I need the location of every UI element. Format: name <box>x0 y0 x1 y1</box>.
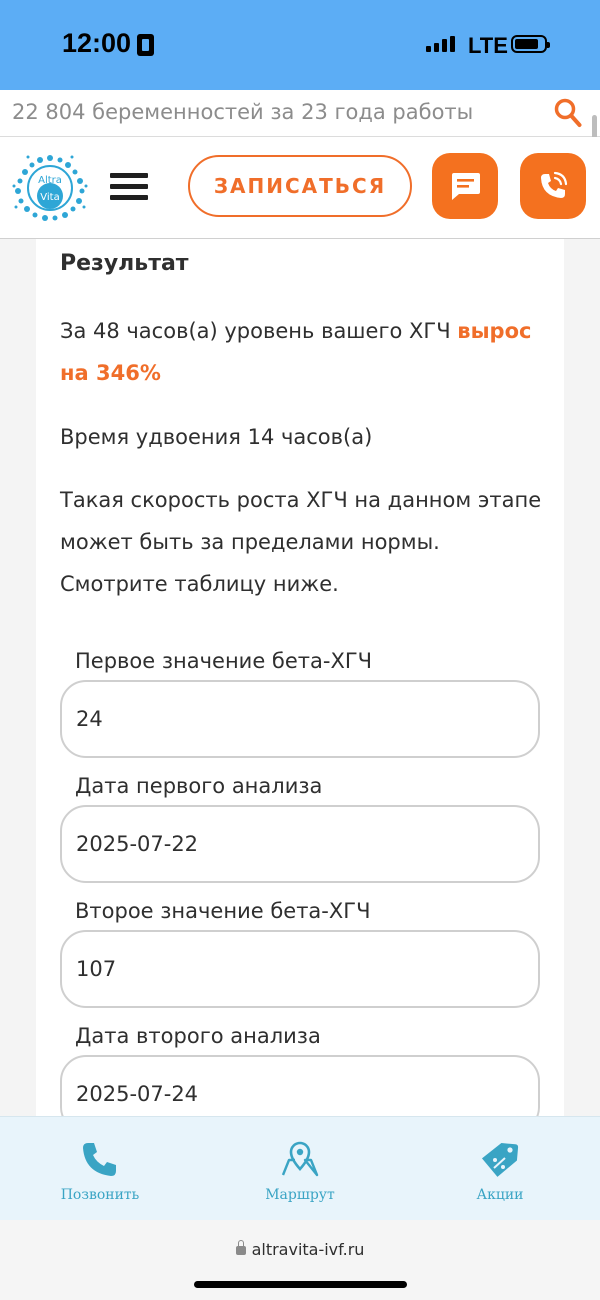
discount-tag-icon <box>481 1143 519 1177</box>
chat-button[interactable] <box>432 153 498 219</box>
logo-text-bottom: Vita <box>40 192 59 203</box>
nav-promotions[interactable]: Акции <box>400 1117 600 1221</box>
nav-call-label: Позвонить <box>60 1187 140 1203</box>
book-appointment-button[interactable]: ЗАПИСАТЬСЯ <box>188 155 412 217</box>
status-time: 12:00 <box>62 28 132 58</box>
nav-call[interactable]: Позвонить <box>0 1117 200 1221</box>
phone-icon <box>83 1143 116 1176</box>
growth-text: За 48 часов(а) уровень вашего ХГЧ вырос … <box>60 310 550 394</box>
home-indicator[interactable] <box>194 1281 407 1288</box>
first-value-input[interactable]: 24 <box>60 680 540 758</box>
menu-icon[interactable] <box>110 173 148 201</box>
second-value-input[interactable]: 107 <box>60 930 540 1008</box>
first-date-input[interactable]: 2025-07-22 <box>60 805 540 883</box>
result-title: Результат <box>60 251 189 276</box>
norm-note: Такая скорость роста ХГЧ на данном этапе… <box>60 488 542 596</box>
lock-icon <box>235 1240 246 1255</box>
first-date-label: Дата первого анализа <box>75 774 323 798</box>
nav-route-label: Маршрут <box>265 1187 335 1203</box>
result-card: Результат За 48 часов(а) уровень вашего … <box>36 239 564 1116</box>
doubling-time: Время удвоения 14 часов(а) <box>60 425 373 449</box>
call-button[interactable] <box>520 153 586 219</box>
chat-icon <box>452 173 480 200</box>
logo-text-top: Altra <box>38 175 62 186</box>
map-pin-icon <box>281 1141 319 1177</box>
bottom-nav: Позвонить Маршрут Акции <box>0 1116 600 1221</box>
top-banner: 22 804 беременностей за 23 года работы <box>0 90 600 137</box>
second-value-label: Второе значение бета-ХГЧ <box>75 899 371 923</box>
network-type: LTE <box>468 33 508 58</box>
url-text: altravita-ivf.ru <box>251 1240 365 1259</box>
altravita-logo[interactable]: Altra Vita <box>12 153 88 221</box>
battery-icon <box>511 35 550 53</box>
phone-call-icon <box>541 171 568 198</box>
status-bar: 12:00 LTE <box>0 0 600 90</box>
nav-route[interactable]: Маршрут <box>200 1117 400 1221</box>
calculator-section: Результат За 48 часов(а) уровень вашего … <box>0 239 600 1116</box>
top-banner-text: 22 804 беременностей за 23 года работы <box>12 100 474 124</box>
growth-prefix: За 48 часов(а) уровень вашего ХГЧ <box>60 319 458 343</box>
sim-card-icon <box>137 34 154 56</box>
second-date-label: Дата второго анализа <box>75 1024 321 1048</box>
nav-promotions-label: Акции <box>476 1187 524 1203</box>
first-value-label: Первое значение бета-ХГЧ <box>75 649 373 673</box>
browser-url-bar[interactable]: altravita-ivf.ru <box>0 1220 600 1300</box>
search-icon[interactable] <box>554 98 582 128</box>
second-date-input[interactable]: 2025-07-24 <box>60 1055 540 1116</box>
